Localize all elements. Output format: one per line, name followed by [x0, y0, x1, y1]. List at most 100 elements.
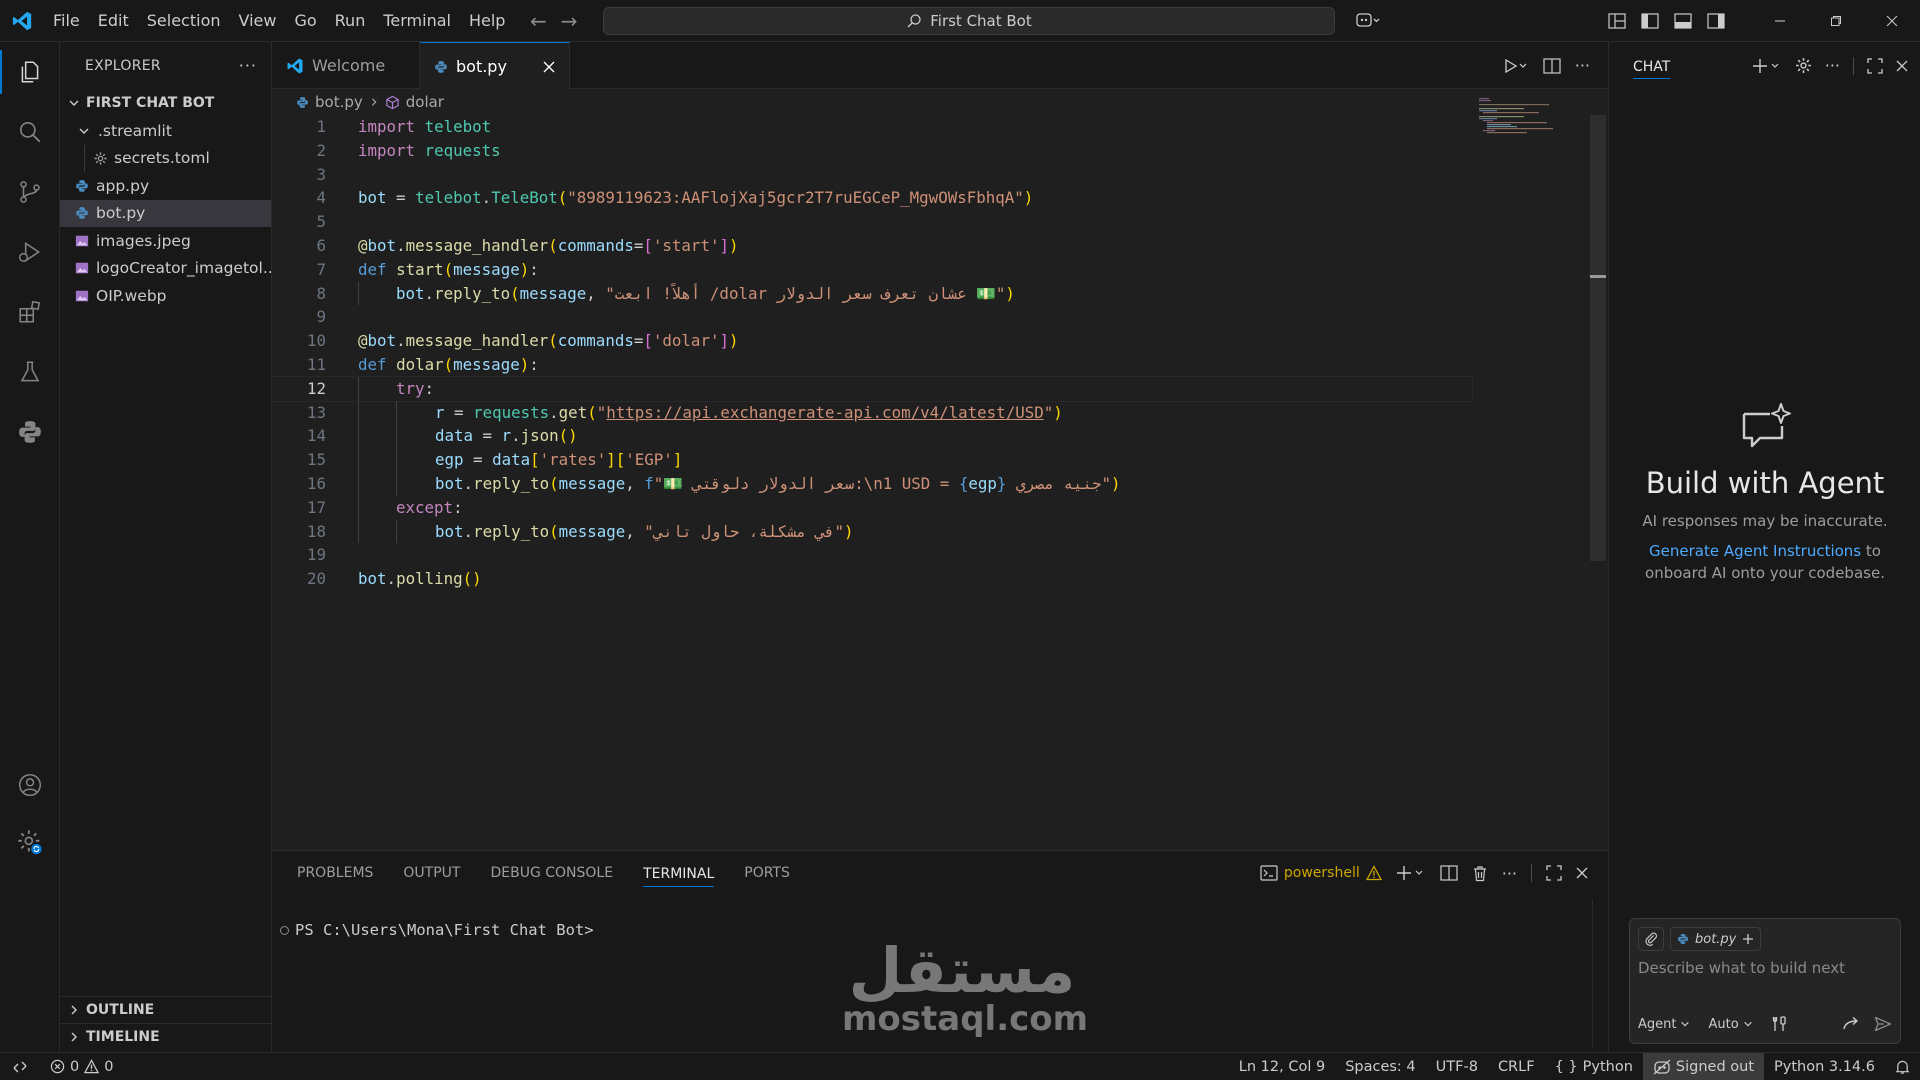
panel-more-icon[interactable]: ···	[1502, 864, 1517, 883]
agent-disclaimer: AI responses may be inaccurate.	[1642, 512, 1888, 530]
send-icon[interactable]	[1874, 1016, 1892, 1032]
tab-welcome[interactable]: Welcome	[272, 42, 420, 89]
model-selector[interactable]: Auto	[1708, 1017, 1752, 1032]
breadcrumb-file[interactable]: bot.py	[315, 93, 363, 111]
problems-indicator[interactable]: 0 0	[40, 1059, 113, 1075]
run-python-file-icon[interactable]	[1503, 58, 1529, 74]
split-terminal-icon[interactable]	[1440, 865, 1458, 881]
chat-sparkle-icon	[1609, 402, 1920, 452]
minimap[interactable]	[1477, 96, 1567, 136]
minimize-button[interactable]	[1752, 0, 1808, 42]
chat-settings-gear-icon[interactable]	[1795, 57, 1812, 74]
tree-item-oip-webp[interactable]: OIP.webp	[60, 282, 271, 310]
copilot-menu-icon[interactable]	[1348, 0, 1388, 42]
editor-area: Welcome bot.py ··· bot.py dolar 1 import…	[271, 42, 1608, 850]
run-and-debug-icon[interactable]	[0, 222, 60, 282]
customize-layout-icon[interactable]	[1600, 0, 1633, 42]
editor-scrollbar[interactable]	[1590, 115, 1606, 561]
menu-selection[interactable]: Selection	[138, 0, 230, 42]
testing-icon[interactable]	[0, 342, 60, 402]
attach-context-button[interactable]	[1638, 927, 1664, 951]
maximize-chat-icon[interactable]	[1867, 57, 1883, 74]
cursor-position[interactable]: Ln 12, Col 9	[1229, 1053, 1335, 1080]
breadcrumb-symbol[interactable]: dolar	[406, 93, 444, 111]
code-editor[interactable]: 1 import telebot 2 import requests 3 4 bot …	[271, 115, 1473, 591]
toggle-primary-sidebar-icon[interactable]	[1633, 0, 1666, 42]
tab-problems[interactable]: PROBLEMS	[297, 865, 373, 881]
terminal-output[interactable]: PS C:\Users\Mona\First Chat Bot>	[280, 921, 594, 939]
language-mode[interactable]: { } Python	[1545, 1053, 1643, 1080]
explorer-more-icon[interactable]: ···	[239, 56, 257, 75]
command-center-search[interactable]: First Chat Bot	[603, 7, 1335, 35]
tab-ports[interactable]: PORTS	[744, 865, 790, 881]
context-file-chip[interactable]: bot.py	[1670, 927, 1762, 951]
terminal-shell-selector[interactable]: powershell	[1260, 865, 1382, 881]
python-icon[interactable]	[0, 402, 60, 462]
close-tab-icon[interactable]	[543, 61, 555, 73]
watermark-arabic: مستقل	[848, 934, 1076, 1007]
menu-run[interactable]: Run	[326, 0, 375, 42]
split-editor-icon[interactable]	[1543, 57, 1561, 74]
chat-title[interactable]: CHAT	[1633, 59, 1671, 79]
explorer-icon[interactable]	[0, 42, 60, 102]
timeline-section[interactable]: TIMELINE	[60, 1023, 272, 1050]
toggle-secondary-sidebar-icon[interactable]	[1699, 0, 1732, 42]
code-line: 1 import telebot	[272, 115, 1472, 139]
close-window-button[interactable]	[1864, 0, 1920, 42]
close-chat-icon[interactable]	[1896, 60, 1908, 72]
notifications-bell-icon[interactable]	[1885, 1053, 1920, 1080]
extensions-icon[interactable]	[0, 282, 60, 342]
menu-go[interactable]: Go	[285, 0, 325, 42]
more-actions-icon[interactable]: ···	[1575, 56, 1590, 75]
forward-arrow-icon[interactable]: →	[561, 9, 578, 33]
tree-item-bot-py[interactable]: bot.py	[60, 199, 271, 227]
delegate-arrow-icon[interactable]	[1842, 1016, 1860, 1032]
add-context-icon[interactable]	[1742, 933, 1754, 945]
language-label: Python	[1582, 1059, 1633, 1075]
copilot-status[interactable]: Signed out	[1642, 1053, 1764, 1080]
trash-icon[interactable]	[1472, 865, 1488, 882]
menu-file[interactable]: File	[44, 0, 89, 42]
manage-gear-icon[interactable]	[0, 812, 60, 872]
menu-view[interactable]: View	[230, 0, 286, 42]
mode-selector[interactable]: Agent	[1638, 1017, 1690, 1032]
line-ending[interactable]: CRLF	[1488, 1053, 1545, 1080]
chat-prompt-input[interactable]: Describe what to build next	[1638, 959, 1845, 977]
source-control-icon[interactable]	[0, 162, 60, 222]
menu-terminal[interactable]: Terminal	[374, 0, 460, 42]
toggle-panel-icon[interactable]	[1666, 0, 1699, 42]
maximize-button[interactable]	[1808, 0, 1864, 42]
search-icon[interactable]	[0, 102, 60, 162]
new-chat-icon[interactable]	[1752, 58, 1782, 74]
bottom-panel: PROBLEMS OUTPUT DEBUG CONSOLE TERMINAL P…	[272, 850, 1608, 1052]
tab-terminal[interactable]: TERMINAL	[643, 866, 715, 887]
tree-item-secrets-toml[interactable]: secrets.toml	[60, 144, 271, 173]
menu-bar: File Edit Selection View Go Run Terminal…	[44, 0, 514, 42]
tree-item-streamlit-folder[interactable]: .streamlit	[60, 117, 271, 145]
tools-icon[interactable]	[1771, 1015, 1789, 1033]
tab-debug-console[interactable]: DEBUG CONSOLE	[490, 865, 613, 881]
python-interpreter[interactable]: Python 3.14.6	[1764, 1053, 1885, 1080]
tab-output[interactable]: OUTPUT	[403, 865, 460, 881]
chat-actions: ···	[1752, 42, 1908, 89]
tree-item-app-py[interactable]: app.py	[60, 172, 271, 200]
tab-bot-py[interactable]: bot.py	[420, 42, 570, 90]
terminal-scrollbar[interactable]	[1592, 899, 1602, 1049]
tree-item-images-jpeg[interactable]: images.jpeg	[60, 227, 271, 255]
outline-section[interactable]: OUTLINE	[60, 996, 272, 1023]
back-arrow-icon[interactable]: ←	[530, 9, 547, 33]
accounts-icon[interactable]	[0, 755, 60, 815]
chat-more-icon[interactable]: ···	[1825, 56, 1840, 75]
menu-help[interactable]: Help	[460, 0, 514, 42]
tree-item-logocreator[interactable]: logoCreator_imagetol...	[60, 255, 271, 283]
generate-instructions-link[interactable]: Generate Agent Instructions	[1649, 542, 1861, 560]
menu-edit[interactable]: Edit	[89, 0, 138, 42]
close-panel-icon[interactable]	[1576, 867, 1588, 879]
new-terminal-icon[interactable]	[1396, 865, 1426, 881]
timeline-label: TIMELINE	[86, 1029, 160, 1045]
maximize-panel-icon[interactable]	[1546, 865, 1562, 881]
indentation[interactable]: Spaces: 4	[1335, 1053, 1425, 1080]
workspace-root-folder[interactable]: FIRST CHAT BOT	[60, 89, 271, 117]
remote-indicator-icon[interactable]	[0, 1053, 40, 1080]
file-encoding[interactable]: UTF-8	[1426, 1053, 1488, 1080]
